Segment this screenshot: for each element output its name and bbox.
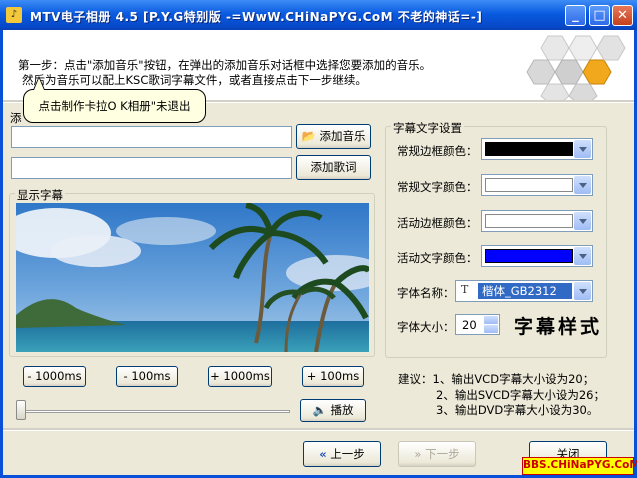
- active-border-color-select[interactable]: [481, 210, 593, 232]
- step-line-2: 然后为音乐可以配上KSC歌词字幕文件，或者直接点击下一步继续。: [22, 73, 367, 87]
- active-text-color-swatch: [485, 249, 573, 263]
- chevron-down-icon[interactable]: [574, 247, 591, 265]
- font-settings-title: 字幕文字设置: [391, 120, 464, 136]
- title-bar[interactable]: ♪ MTV电子相册 4.5 [P.Y.G特别版 -=WwW.CHiNaPYG.C…: [0, 0, 637, 30]
- add-lyrics-button[interactable]: 添加歌词: [296, 155, 371, 180]
- active-text-color-select[interactable]: [481, 245, 593, 267]
- font-size-value[interactable]: 20: [462, 318, 477, 332]
- play-label: 播放: [330, 403, 354, 417]
- step-line-1: 第一步：点击"添加音乐"按钮，在弹出的添加音乐对话框中选择您要添加的音乐。: [18, 58, 432, 72]
- font-name-value-box: 楷体_GB2312: [478, 283, 572, 299]
- font-sample-preview: 字幕样式: [514, 316, 603, 338]
- app-icon: ♪: [6, 7, 22, 23]
- previous-step-label: 上一步: [330, 447, 365, 461]
- font-name-select[interactable]: T 楷体_GB2312: [455, 280, 593, 302]
- double-chevron-right-icon: »: [414, 447, 422, 461]
- close-button[interactable]: ✕: [612, 5, 633, 26]
- advice-text: 建议：1、输出VCD字幕大小设为20； 2、输出SVCD字幕大小设为26； 3、…: [398, 372, 605, 419]
- previous-step-button[interactable]: « 上一步: [303, 441, 381, 467]
- advice-line-2: 2、输出SVCD字幕大小设为26；: [436, 387, 606, 402]
- advice-line-3: 3、输出DVD字幕大小设为30。: [436, 403, 599, 417]
- normal-text-color-label: 常规文字颜色：: [397, 180, 478, 194]
- minimize-icon: _: [572, 8, 579, 23]
- play-button[interactable]: 🔈 播放: [300, 399, 366, 422]
- maximize-icon: □: [593, 8, 606, 23]
- offset-plus-100-button[interactable]: + 100ms: [302, 366, 364, 387]
- chevron-down-icon[interactable]: [574, 282, 591, 300]
- chevron-down-icon[interactable]: [574, 212, 591, 230]
- preview-group-title: 显示字幕: [15, 187, 65, 203]
- normal-border-color-select[interactable]: [481, 138, 593, 160]
- folder-open-icon: 📂: [301, 129, 316, 143]
- active-border-color-swatch: [485, 214, 573, 228]
- file-section-label: 添: [10, 111, 22, 125]
- font-type-icon: T: [461, 283, 469, 296]
- lyrics-file-field[interactable]: [11, 157, 292, 179]
- normal-border-color-label: 常规边框颜色：: [397, 144, 478, 158]
- offset-minus-100-button[interactable]: - 100ms: [116, 366, 178, 387]
- hexagon-logo-icon: [526, 35, 626, 102]
- active-border-color-label: 活动边框颜色：: [397, 216, 478, 230]
- chevron-down-icon[interactable]: [574, 176, 591, 194]
- offset-minus-1000-button[interactable]: - 1000ms: [23, 366, 86, 387]
- maximize-button[interactable]: □: [589, 5, 610, 26]
- font-size-label: 字体大小：: [397, 320, 455, 334]
- font-size-spinner[interactable]: 20: [455, 314, 500, 335]
- offset-plus-1000-button[interactable]: + 1000ms: [208, 366, 272, 387]
- tooltip-balloon: 点击制作卡拉O K相册"未退出: [23, 89, 206, 123]
- add-music-button[interactable]: 📂 添加音乐: [296, 124, 371, 149]
- spinner-up-icon[interactable]: [484, 316, 498, 324]
- advice-line-1: 建议：1、输出VCD字幕大小设为20；: [398, 372, 595, 386]
- next-step-button[interactable]: » 下一步: [398, 441, 476, 467]
- next-step-label: 下一步: [425, 447, 460, 461]
- minimize-button[interactable]: _: [565, 5, 586, 26]
- close-icon: ✕: [617, 8, 628, 23]
- chevron-down-icon[interactable]: [574, 140, 591, 158]
- normal-text-color-swatch: [485, 178, 573, 192]
- spinner-down-icon[interactable]: [484, 325, 498, 333]
- double-chevron-left-icon: «: [319, 447, 327, 461]
- step-instructions: 第一步：点击"添加音乐"按钮，在弹出的添加音乐对话框中选择您要添加的音乐。 然后…: [18, 58, 431, 88]
- speaker-icon: 🔈: [312, 403, 327, 417]
- music-file-field[interactable]: [11, 126, 292, 148]
- window-title: MTV电子相册 4.5 [P.Y.G特别版 -=WwW.CHiNaPYG.CoM…: [30, 10, 483, 24]
- add-music-label: 添加音乐: [319, 129, 366, 143]
- normal-border-color-swatch: [485, 142, 573, 156]
- active-text-color-label: 活动文字颜色：: [397, 251, 478, 265]
- tooltip-tail-fill: [34, 78, 44, 90]
- playback-slider-track[interactable]: [20, 410, 290, 413]
- normal-text-color-select[interactable]: [481, 174, 593, 196]
- preview-image: [16, 203, 369, 352]
- watermark-badge: BBS.CHiNaPYG.CoM: [522, 457, 637, 475]
- footer-divider: [3, 428, 634, 431]
- font-name-label: 字体名称：: [397, 286, 455, 300]
- playback-slider-thumb[interactable]: [16, 400, 26, 420]
